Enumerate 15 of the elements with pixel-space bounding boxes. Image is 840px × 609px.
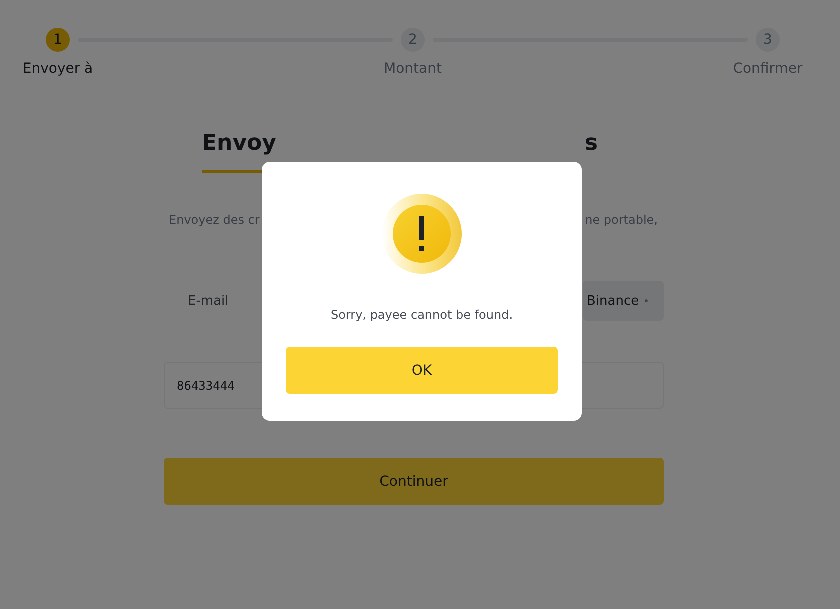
ok-button[interactable]: OK xyxy=(286,347,558,394)
step-number: 3 xyxy=(756,28,780,52)
step-label: Confirmer xyxy=(733,61,803,77)
step-number: 1 xyxy=(46,28,70,52)
step-number: 2 xyxy=(401,28,425,52)
description-text: Envoyez des cr xyxy=(169,213,260,227)
recipient-tab[interactable]: E-mail xyxy=(164,281,253,321)
step-label: Envoyer à xyxy=(22,61,94,77)
description-text: ne portable, xyxy=(585,213,658,227)
recipient-tab[interactable]: Binance xyxy=(583,281,664,321)
continue-button[interactable]: Continuer xyxy=(164,458,664,505)
step-label: Montant xyxy=(384,61,442,77)
page-title: s xyxy=(584,131,598,158)
error-message: Sorry, payee cannot be found. xyxy=(330,308,514,322)
warning-icon xyxy=(382,194,462,274)
